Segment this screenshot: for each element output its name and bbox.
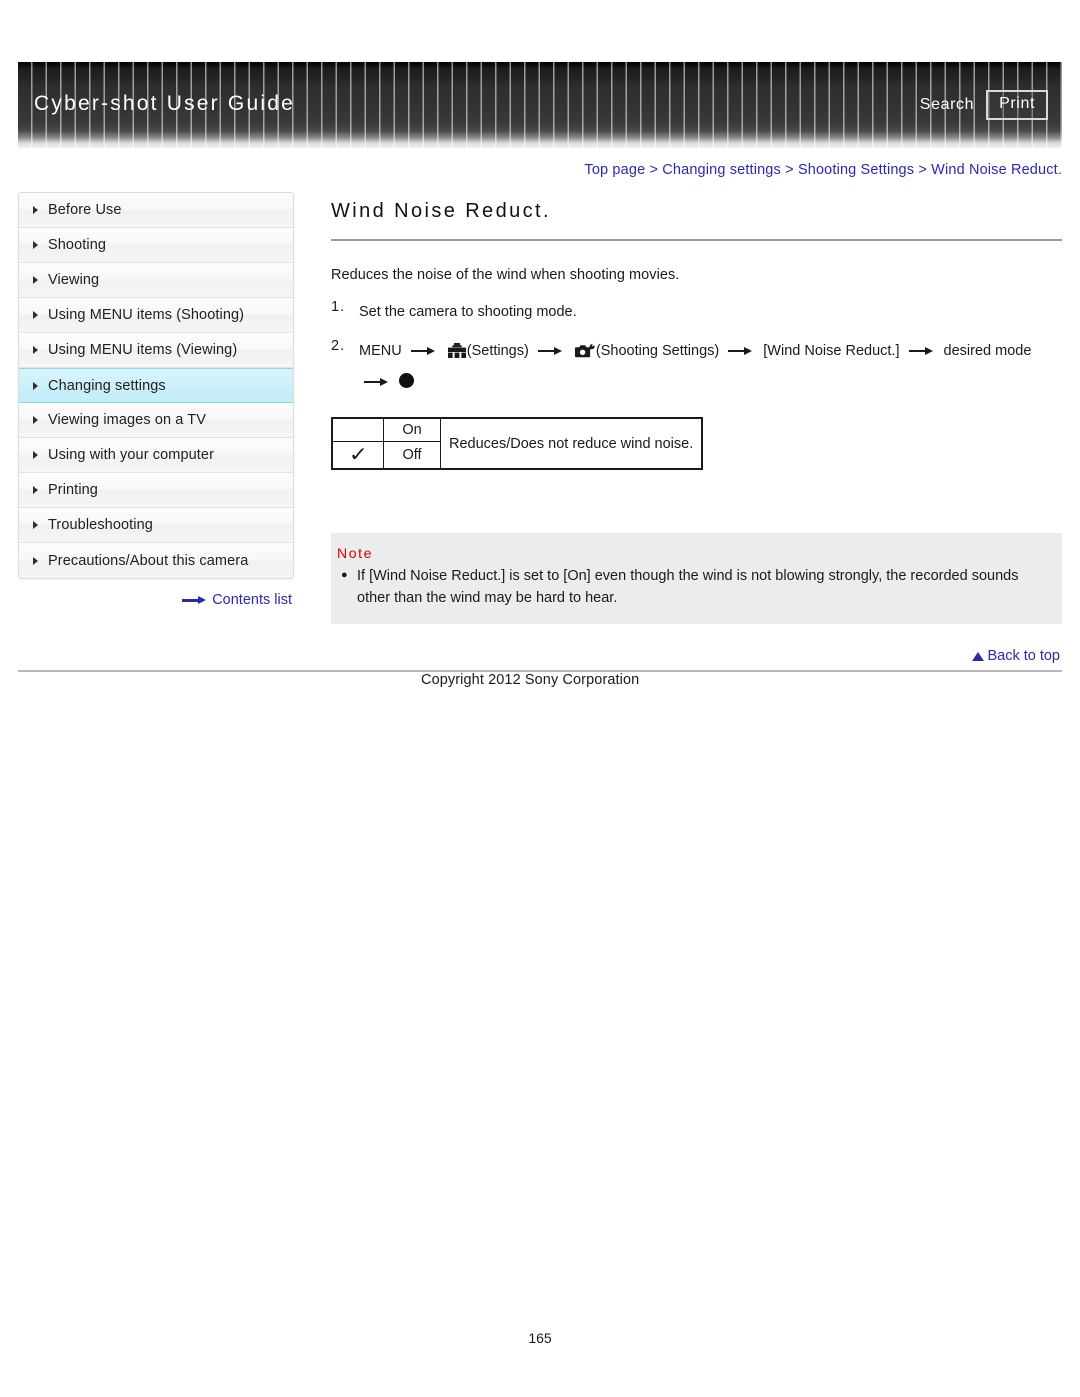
print-button[interactable]: Print: [986, 90, 1048, 121]
step-1-number: 1.: [331, 299, 346, 315]
desired-mode-label: desired mode: [943, 342, 1032, 359]
step-1-text: Set the camera to shooting mode.: [359, 304, 577, 320]
sidebar-item-label: Precautions/About this camera: [48, 552, 249, 569]
sidebar-nav: Before Use Shooting Viewing Using MENU i…: [18, 192, 294, 579]
page-title: Wind Noise Reduct.: [331, 200, 551, 222]
settings-label: (Settings): [466, 342, 529, 359]
triangle-up-icon: [972, 651, 985, 661]
search-link[interactable]: Search: [920, 96, 974, 114]
triangle-bullet-icon: [33, 486, 38, 494]
breadcrumb-item-changing-settings[interactable]: Changing settings: [662, 162, 781, 178]
table-cell-check-off: ✓: [331, 441, 384, 470]
sidebar-item-precautions-about-this-camera[interactable]: Precautions/About this camera: [19, 543, 293, 578]
back-to-top-label: Back to top: [987, 648, 1060, 664]
site-title: Cyber-shot User Guide: [34, 92, 295, 115]
right-arrow-icon: [728, 346, 754, 355]
triangle-bullet-icon: [33, 241, 38, 249]
menu-item-label: [Wind Noise Reduct.]: [763, 342, 900, 359]
sidebar-item-label: Using MENU items (Shooting): [48, 307, 245, 323]
camera-wrench-icon: [574, 342, 595, 369]
step-2: 2. MENU (Settings) (Shooting Settings) […: [331, 338, 1062, 396]
sidebar-item-label: Using with your computer: [48, 447, 214, 463]
sidebar-item-label: Viewing: [48, 272, 100, 288]
sidebar-item-label: Using MENU items (Viewing): [48, 342, 238, 358]
back-to-top-link[interactable]: Back to top: [972, 648, 1060, 664]
right-arrow-icon: [410, 346, 437, 355]
right-arrow-icon: [182, 595, 208, 605]
triangle-bullet-icon: [33, 276, 38, 284]
intro-paragraph: Reduces the noise of the wind when shoot…: [331, 267, 680, 283]
right-arrow-icon: [908, 346, 935, 355]
main-content: Wind Noise Reduct. Reduces the noise of …: [331, 200, 1062, 471]
triangle-bullet-icon: [33, 416, 38, 424]
step-1: 1. Set the camera to shooting mode.: [331, 299, 1062, 326]
breadcrumb-separator: >: [649, 162, 659, 178]
note-box: Note ● If [Wind Noise Reduct.] is set to…: [331, 533, 1062, 624]
table-cell-value-off: Off: [383, 441, 441, 470]
breadcrumb-separator: >: [918, 162, 927, 178]
header-actions: Search Print: [920, 90, 1048, 121]
step-2-number: 2.: [331, 337, 346, 354]
copyright-text: Copyright 2012 Sony Corporation: [421, 672, 640, 688]
shooting-settings-label: (Shooting Settings): [595, 342, 720, 359]
options-table: On Reduces/Does not reduce wind noise. ✓…: [331, 417, 704, 471]
triangle-bullet-icon: [33, 556, 38, 565]
sidebar-item-label: Changing settings: [48, 377, 166, 394]
breadcrumb-item-top-page[interactable]: Top page: [584, 162, 645, 178]
triangle-bullet-icon: [33, 451, 38, 459]
triangle-bullet-icon: [33, 521, 38, 529]
table-cell-check-on: [331, 417, 384, 443]
table-cell-description: Reduces/Does not reduce wind noise.: [440, 417, 703, 470]
sidebar-item-using-menu-items-shooting[interactable]: Using MENU items (Shooting): [19, 298, 293, 333]
right-arrow-icon: [364, 377, 390, 386]
contents-list-row: Contents list: [18, 592, 292, 608]
triangle-bullet-icon: [33, 381, 38, 390]
sidebar-item-before-use[interactable]: Before Use: [19, 193, 293, 228]
contents-list-link[interactable]: Contents list: [212, 592, 292, 608]
breadcrumb-item-current[interactable]: Wind Noise Reduct.: [931, 162, 1062, 178]
right-arrow-icon: [537, 346, 564, 355]
note-list-item: ● If [Wind Noise Reduct.] is set to [On]…: [331, 565, 1062, 610]
title-divider: [331, 239, 1062, 241]
toolbox-icon: [447, 342, 466, 369]
sidebar-item-label: Troubleshooting: [48, 517, 153, 533]
note-title: Note: [337, 545, 373, 561]
site-header: Cyber-shot User Guide Search Print: [18, 62, 1062, 148]
sidebar-item-printing[interactable]: Printing: [19, 473, 293, 508]
sidebar-item-label: Shooting: [48, 237, 107, 253]
bullet-icon: ●: [341, 569, 348, 581]
triangle-bullet-icon: [33, 311, 38, 319]
sidebar-item-troubleshooting[interactable]: Troubleshooting: [19, 508, 293, 543]
breadcrumb-separator: >: [785, 162, 794, 178]
breadcrumb: Top page > Changing settings > Shooting …: [0, 162, 1062, 178]
sidebar-item-changing-settings[interactable]: Changing settings: [19, 368, 293, 403]
table-cell-value-on: On: [383, 417, 441, 443]
record-dot-icon: [399, 372, 415, 388]
checkmark-icon: ✓: [348, 444, 368, 467]
page-number: 165: [528, 1330, 552, 1346]
header-background: Cyber-shot User Guide Search Print: [18, 62, 1062, 148]
note-text: If [Wind Noise Reduct.] is set to [On] e…: [357, 568, 1019, 607]
breadcrumb-item-shooting-settings[interactable]: Shooting Settings: [798, 162, 914, 178]
sidebar-item-using-with-your-computer[interactable]: Using with your computer: [19, 438, 293, 473]
sidebar-item-using-menu-items-viewing[interactable]: Using MENU items (Viewing): [19, 333, 293, 368]
triangle-bullet-icon: [33, 206, 38, 214]
triangle-bullet-icon: [33, 346, 38, 354]
sidebar-item-label: Before Use: [48, 202, 122, 218]
table-row: On Reduces/Does not reduce wind noise.: [331, 417, 703, 470]
sidebar-item-label: Viewing images on a TV: [48, 412, 207, 428]
menu-label: MENU: [359, 342, 402, 359]
sidebar-item-viewing-images-on-a-tv[interactable]: Viewing images on a TV: [19, 403, 293, 438]
sidebar-item-shooting[interactable]: Shooting: [19, 228, 293, 263]
sidebar-item-viewing[interactable]: Viewing: [19, 263, 293, 298]
sidebar-item-label: Printing: [48, 482, 98, 498]
step-2-text: MENU (Settings) (Shooting Settings) [Win…: [359, 338, 1062, 396]
